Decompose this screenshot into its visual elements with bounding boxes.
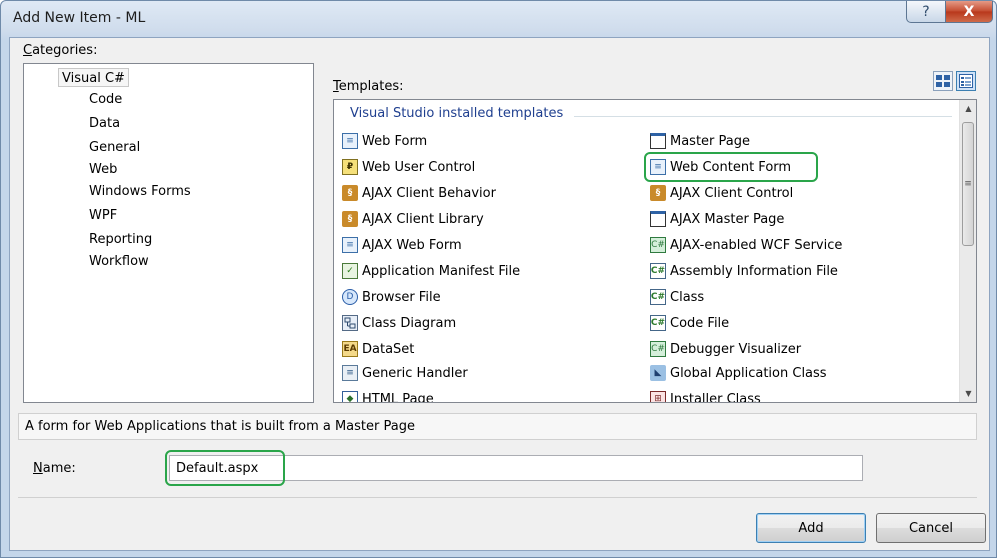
title-bar[interactable]: Add New Item - ML ? X bbox=[1, 1, 996, 37]
scroll-up-arrow-icon[interactable]: ▲ bbox=[960, 100, 976, 117]
template-assembly-information-file[interactable]: C# Assembly Information File bbox=[650, 260, 838, 282]
global-application-class-icon: ◣ bbox=[650, 365, 666, 381]
category-web[interactable]: Web bbox=[89, 162, 117, 177]
template-web-form[interactable]: ≡ Web Form bbox=[342, 130, 427, 152]
small-icons-icon bbox=[959, 74, 973, 88]
debugger-visualizer-icon: C# bbox=[650, 341, 666, 357]
template-class-diagram[interactable]: Class Diagram bbox=[342, 312, 456, 334]
cancel-button[interactable]: Cancel bbox=[876, 513, 986, 543]
template-master-page[interactable]: Master Page bbox=[650, 130, 750, 152]
template-browser-file[interactable]: D Browser File bbox=[342, 286, 441, 308]
ajax-client-library-icon: § bbox=[342, 211, 358, 227]
template-class[interactable]: C# Class bbox=[650, 286, 704, 308]
templates-scrollbar[interactable]: ▲ ≡ ▼ bbox=[959, 100, 976, 402]
generic-handler-icon: ≡ bbox=[342, 365, 358, 381]
large-icons-icon bbox=[936, 75, 950, 87]
template-ajax-master-page[interactable]: AJAX Master Page bbox=[650, 208, 784, 230]
categories-tree[interactable]: Visual C# Code Data General Web Windows … bbox=[23, 63, 314, 403]
close-button[interactable]: X bbox=[945, 1, 993, 23]
category-workflow[interactable]: Workflow bbox=[89, 254, 149, 269]
template-application-manifest-file[interactable]: ✓ Application Manifest File bbox=[342, 260, 520, 282]
web-form-icon: ≡ bbox=[342, 133, 358, 149]
group-divider bbox=[574, 116, 952, 117]
category-general[interactable]: General bbox=[89, 140, 140, 155]
web-content-form-icon: ≡ bbox=[650, 159, 666, 175]
large-icons-view-button[interactable] bbox=[933, 71, 953, 91]
web-user-control-icon: ₽ bbox=[342, 159, 358, 175]
template-description: A form for Web Applications that is buil… bbox=[18, 413, 977, 440]
template-ajax-client-library[interactable]: § AJAX Client Library bbox=[342, 208, 484, 230]
category-visual-csharp[interactable]: Visual C# bbox=[58, 68, 129, 87]
scroll-down-arrow-icon[interactable]: ▼ bbox=[960, 385, 976, 402]
template-debugger-visualizer[interactable]: C# Debugger Visualizer bbox=[650, 338, 801, 360]
template-web-user-control[interactable]: ₽ Web User Control bbox=[342, 156, 475, 178]
template-ajax-web-form[interactable]: ≡ AJAX Web Form bbox=[342, 234, 462, 256]
code-file-icon: C# bbox=[650, 315, 666, 331]
class-icon: C# bbox=[650, 289, 666, 305]
categories-label: Categories: bbox=[23, 43, 98, 58]
template-web-content-form[interactable]: ≡ Web Content Form bbox=[650, 156, 791, 178]
templates-label: Templates: bbox=[333, 79, 404, 94]
help-button[interactable]: ? bbox=[906, 1, 946, 23]
close-icon: X bbox=[963, 3, 975, 20]
dialog-window: Add New Item - ML ? X Categories: Templa… bbox=[0, 0, 997, 558]
template-generic-handler[interactable]: ≡ Generic Handler bbox=[342, 362, 468, 384]
templates-group-title: Visual Studio installed templates bbox=[350, 106, 564, 121]
class-diagram-icon bbox=[342, 315, 358, 331]
ajax-master-page-icon bbox=[650, 211, 666, 227]
template-ajax-client-control[interactable]: § AJAX Client Control bbox=[650, 182, 793, 204]
template-dataset[interactable]: ЕА DataSet bbox=[342, 338, 414, 360]
template-installer-class[interactable]: ⊞ Installer Class bbox=[650, 388, 761, 402]
help-icon: ? bbox=[922, 3, 930, 20]
ajax-web-form-icon: ≡ bbox=[342, 237, 358, 253]
template-code-file[interactable]: C# Code File bbox=[650, 312, 729, 334]
category-windows-forms[interactable]: Windows Forms bbox=[89, 184, 191, 199]
template-ajax-client-behavior[interactable]: § AJAX Client Behavior bbox=[342, 182, 496, 204]
category-code[interactable]: Code bbox=[89, 92, 122, 107]
ajax-client-control-icon: § bbox=[650, 185, 666, 201]
template-global-application-class[interactable]: ◣ Global Application Class bbox=[650, 362, 827, 384]
category-reporting[interactable]: Reporting bbox=[89, 232, 152, 247]
installer-class-icon: ⊞ bbox=[650, 391, 666, 402]
templates-list[interactable]: Visual Studio installed templates ≡ Web … bbox=[333, 99, 977, 403]
wcf-service-icon: C# bbox=[650, 237, 666, 253]
master-page-icon bbox=[650, 133, 666, 149]
ajax-client-behavior-icon: § bbox=[342, 185, 358, 201]
name-input-highlight bbox=[165, 450, 285, 486]
browser-file-icon: D bbox=[342, 289, 358, 305]
assembly-info-icon: C# bbox=[650, 263, 666, 279]
template-ajax-enabled-wcf-service[interactable]: C# AJAX-enabled WCF Service bbox=[650, 234, 842, 256]
scroll-thumb[interactable]: ≡ bbox=[962, 122, 974, 246]
manifest-file-icon: ✓ bbox=[342, 263, 358, 279]
template-html-page[interactable]: ◆ HTML Page bbox=[342, 388, 434, 402]
window-title: Add New Item - ML bbox=[13, 10, 146, 26]
small-icons-view-button[interactable] bbox=[956, 71, 976, 91]
name-label: Name: bbox=[33, 461, 76, 476]
category-data[interactable]: Data bbox=[89, 116, 120, 131]
add-button[interactable]: Add bbox=[756, 513, 866, 543]
footer-separator bbox=[18, 497, 977, 498]
html-page-icon: ◆ bbox=[342, 391, 358, 402]
category-wpf[interactable]: WPF bbox=[89, 208, 117, 223]
dataset-icon: ЕА bbox=[342, 341, 358, 357]
